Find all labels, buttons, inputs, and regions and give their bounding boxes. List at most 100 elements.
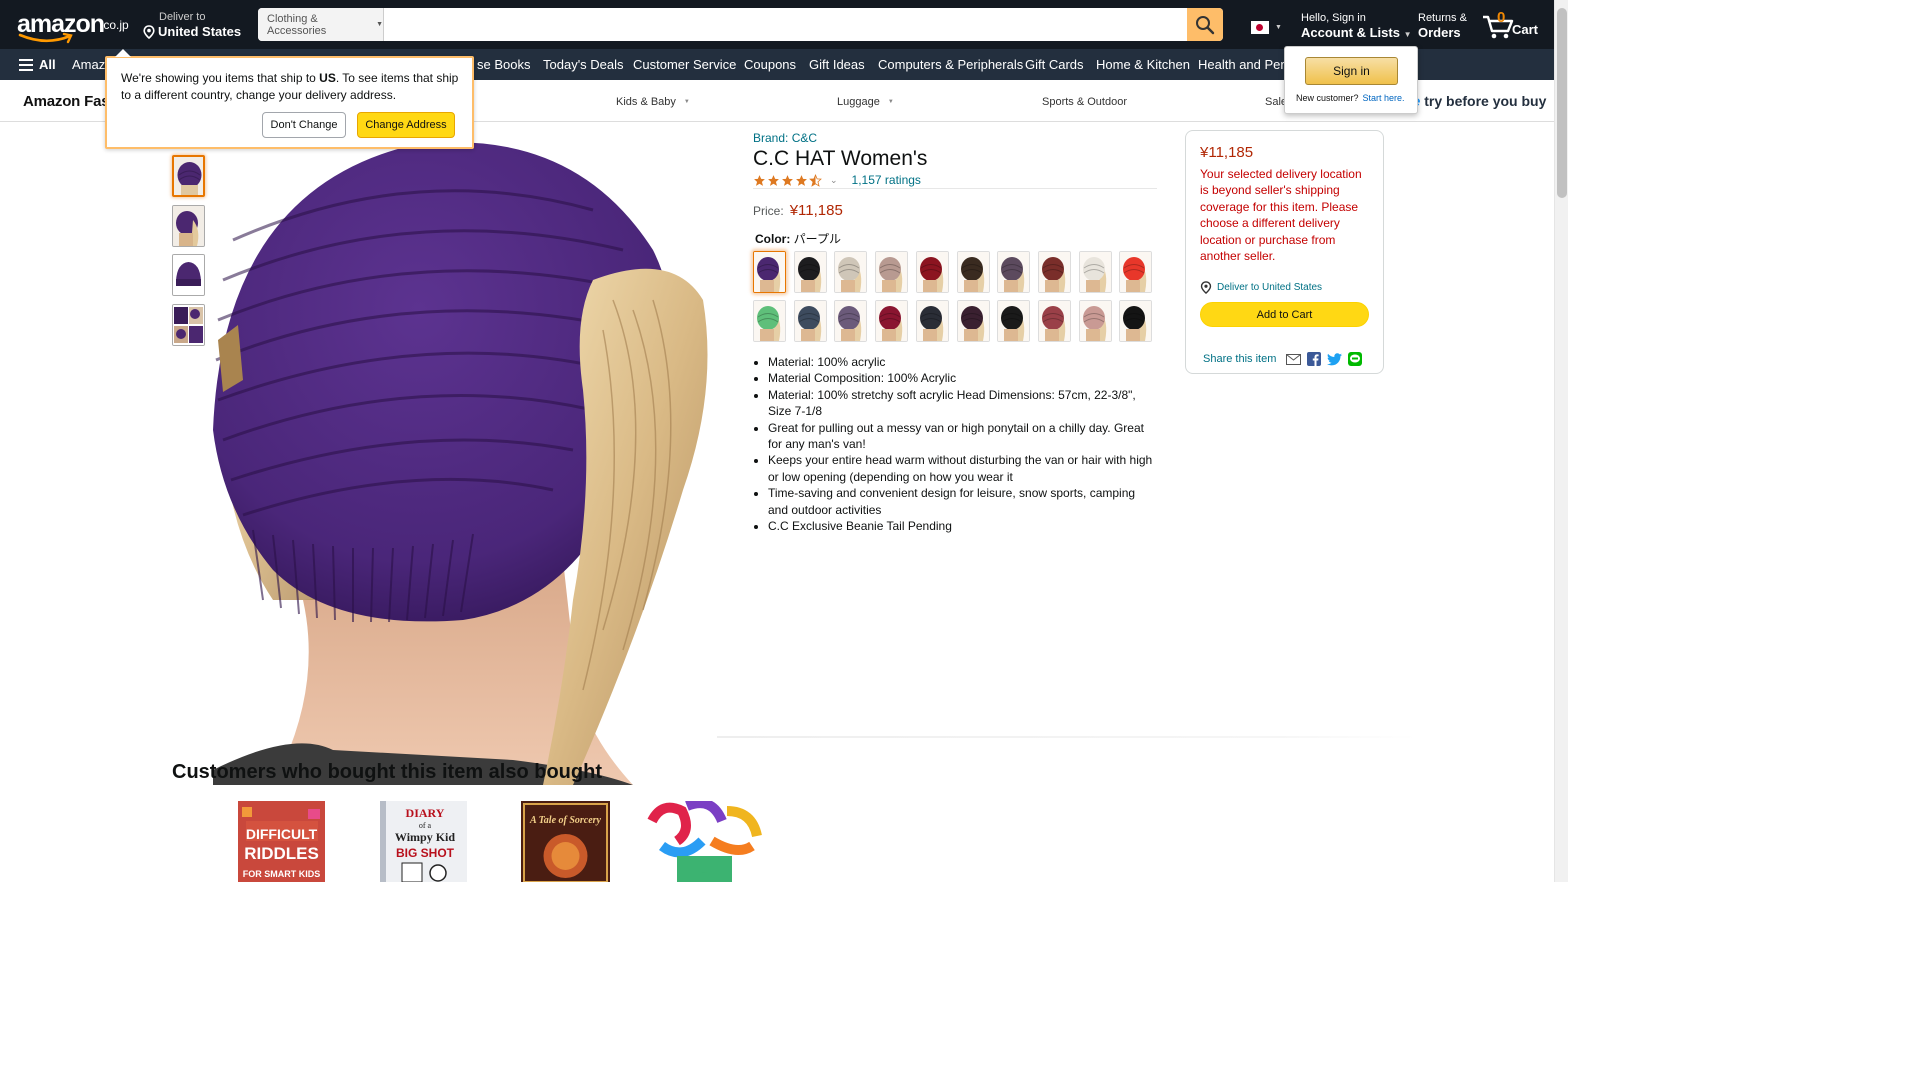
search-submit-button[interactable]: [1187, 8, 1223, 41]
change-address-button[interactable]: Change Address: [357, 112, 455, 138]
account-menu[interactable]: Hello, Sign in Account & Lists ▼: [1301, 12, 1412, 43]
nav-item-computers[interactable]: Computers & Peripherals: [878, 57, 1023, 72]
color-swatch[interactable]: [1119, 251, 1153, 293]
nav-item-gift-ideas[interactable]: Gift Ideas: [809, 57, 865, 72]
book-title-line: BIG SHOT: [396, 846, 455, 860]
color-swatch[interactable]: [956, 300, 990, 342]
nav-item-todays-deals[interactable]: Today's Deals: [543, 57, 624, 72]
deliver-to-link[interactable]: Deliver to United States: [1200, 281, 1322, 294]
recommendation-book-sorcery[interactable]: A Tale of Sorcery: [521, 801, 610, 882]
color-swatch[interactable]: [753, 251, 786, 293]
feature-bullets: Material: 100% acrylic Material Composit…: [768, 354, 1158, 534]
color-swatch[interactable]: [997, 300, 1031, 342]
color-swatch[interactable]: [1037, 300, 1071, 342]
add-to-cart-button[interactable]: Add to Cart: [1200, 302, 1369, 327]
scrollbar-thumb[interactable]: [1557, 8, 1567, 198]
recommendation-pop-tubes-toy[interactable]: pop tubes toy: [642, 801, 764, 882]
buybox-price: ¥11,185: [1200, 144, 1254, 161]
color-swatch[interactable]: [834, 300, 868, 342]
new-customer-text: New customer? Start here.: [1296, 93, 1405, 103]
prime-try-before-you-buy-banner[interactable]: ne try before you buy: [1404, 93, 1546, 109]
sign-in-flyout: Sign in New customer? Start here.: [1284, 46, 1418, 114]
main-product-image[interactable]: [213, 130, 718, 785]
smile-arrow-icon: [18, 32, 73, 44]
brand-link[interactable]: Brand: C&C: [753, 131, 817, 145]
nav-item-coupons[interactable]: Coupons: [744, 57, 796, 72]
beanie-swatch-image: [835, 252, 867, 292]
all-menu-label: All: [39, 57, 56, 72]
start-here-link[interactable]: Start here.: [1363, 93, 1405, 103]
fashion-item-luggage[interactable]: Luggage ▼: [837, 96, 894, 108]
caret-down-icon: ▼: [1275, 24, 1282, 31]
fashion-item-kids-baby[interactable]: Kids & Baby ▼: [616, 96, 690, 108]
sign-in-button[interactable]: Sign in: [1305, 57, 1398, 85]
chevron-down-icon[interactable]: ⌄: [830, 175, 838, 186]
rating-row: ⌄ 1,157 ratings: [753, 173, 921, 187]
page-scrollbar[interactable]: [1554, 0, 1568, 882]
color-swatch[interactable]: [915, 300, 949, 342]
product-thumbnail-1[interactable]: [172, 155, 205, 197]
ratings-count-link[interactable]: 1,157 ratings: [852, 173, 921, 187]
fashion-item-label: Luggage: [837, 96, 880, 108]
beanie-swatch-image: [1079, 252, 1111, 292]
color-label: Color:: [755, 232, 791, 246]
feature-bullet: Time-saving and convenient design for le…: [768, 485, 1158, 518]
color-swatch[interactable]: [753, 300, 786, 342]
color-swatch[interactable]: [793, 300, 827, 342]
pop-tubes-toy-image: pop tubes toy: [642, 801, 764, 882]
search-input[interactable]: [384, 8, 1187, 41]
hat-back-thumbnail-image: [174, 157, 203, 195]
color-swatch[interactable]: [1078, 300, 1112, 342]
returns-orders-link[interactable]: Returns & Orders: [1418, 12, 1467, 41]
new-customer-label: New customer?: [1296, 93, 1359, 103]
nav-item-customer-service[interactable]: Customer Service: [633, 57, 736, 72]
feature-bullet: C.C Exclusive Beanie Tail Pending: [768, 518, 1158, 534]
popover-message: We're showing you items that ship to US.…: [121, 70, 466, 103]
top-navigation-bar: amazon .co.jp Deliver to United States C…: [0, 0, 1568, 49]
all-menu-button[interactable]: All: [19, 57, 56, 72]
star-half-icon: [809, 173, 822, 187]
product-thumbnail-2[interactable]: [172, 205, 205, 247]
color-swatch[interactable]: [1078, 251, 1112, 293]
language-selector[interactable]: ▼: [1251, 21, 1282, 34]
feature-bullet: Material: 100% acrylic: [768, 354, 1158, 370]
color-swatch[interactable]: [834, 251, 868, 293]
cart-button[interactable]: 0 Cart: [1481, 9, 1541, 41]
color-swatch[interactable]: [875, 251, 909, 293]
color-swatch[interactable]: [997, 251, 1031, 293]
star-rating[interactable]: [753, 173, 822, 187]
nav-item-books[interactable]: se Books: [477, 57, 530, 72]
search-category-dropdown[interactable]: Clothing & Accessories ▼: [258, 8, 384, 41]
deliver-to-location[interactable]: Deliver to United States: [143, 11, 241, 40]
color-swatch[interactable]: [1037, 251, 1071, 293]
star-full-icon: [768, 174, 779, 186]
hamburger-menu-icon: [19, 58, 33, 71]
search-bar: Clothing & Accessories ▼: [258, 8, 1223, 41]
nav-item-gift-cards[interactable]: Gift Cards: [1025, 57, 1084, 72]
nav-item-home-kitchen[interactable]: Home & Kitchen: [1096, 57, 1190, 72]
dont-change-button[interactable]: Don't Change: [262, 112, 346, 138]
recommendation-book-wimpy-kid[interactable]: DIARY of a Wimpy Kid BIG SHOT: [380, 801, 467, 882]
beanie-swatch-image: [1038, 252, 1070, 292]
beanie-swatch-image: [916, 301, 948, 341]
popover-country: US: [319, 71, 336, 85]
wimpy-kid-book-cover: DIARY of a Wimpy Kid BIG SHOT: [380, 801, 467, 882]
email-share-icon[interactable]: [1286, 353, 1302, 365]
amazon-logo[interactable]: amazon .co.jp: [14, 8, 129, 44]
color-swatch[interactable]: [915, 251, 949, 293]
fashion-item-sports-outdoor[interactable]: Sports & Outdoor: [1042, 96, 1127, 108]
cart-count: 0: [1497, 9, 1506, 26]
color-swatch[interactable]: [793, 251, 827, 293]
line-share-icon[interactable]: [1348, 352, 1363, 366]
facebook-share-icon[interactable]: [1307, 352, 1322, 366]
color-swatch[interactable]: [1119, 300, 1153, 342]
recommendation-book-riddles[interactable]: DIFFICULT RIDDLES FOR SMART KIDS: [238, 801, 325, 882]
twitter-share-icon[interactable]: [1327, 352, 1343, 366]
beanie-swatch-image: [754, 301, 785, 341]
price-label: Price:: [753, 204, 784, 218]
product-thumbnail-3[interactable]: [172, 254, 205, 296]
product-thumbnail-4[interactable]: [172, 304, 205, 346]
color-swatch[interactable]: [956, 251, 990, 293]
color-swatch[interactable]: [875, 300, 909, 342]
fashion-store-title[interactable]: Amazon Fas: [23, 93, 110, 110]
